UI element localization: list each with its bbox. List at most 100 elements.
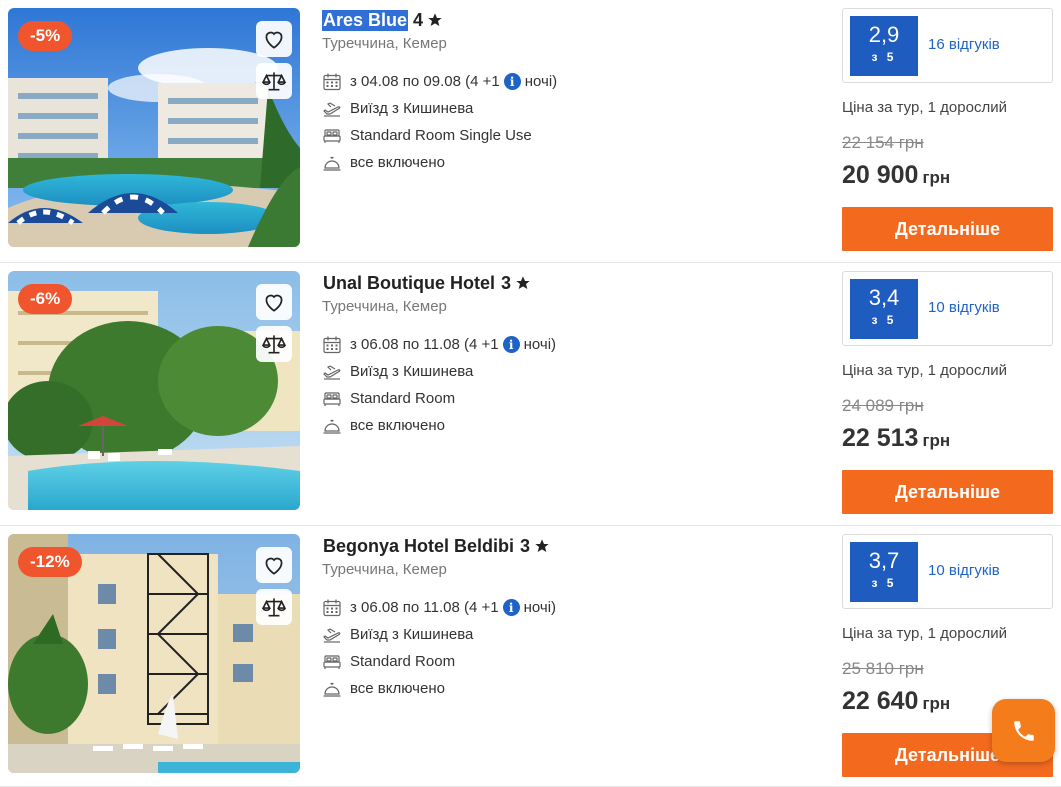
discount-badge: -6%	[18, 284, 73, 314]
rating-badge: 3,4 з 5	[850, 279, 918, 339]
feature-dates: з 06.08 по 11.08 (4 +1 i ночі)	[322, 331, 802, 358]
board-text: все включено	[350, 154, 445, 171]
compare-button[interactable]	[256, 326, 292, 362]
old-price: 25 810 грн	[842, 659, 924, 678]
rating-badge: 3,7 з 5	[850, 542, 918, 602]
rating-score: 2,9	[868, 22, 900, 47]
compare-button[interactable]	[256, 63, 292, 99]
feature-dates: з 06.08 по 11.08 (4 +1 i ночі)	[322, 594, 802, 621]
info-icon[interactable]: i	[503, 73, 521, 90]
old-price: 24 089 грн	[842, 396, 924, 415]
rating-max: з 5	[871, 576, 897, 590]
price-label: Ціна за тур, 1 дорослий	[842, 362, 1007, 379]
rating-box[interactable]: 3,7 з 5 10 відгуків	[842, 534, 1053, 609]
rating-score: 3,7	[868, 548, 900, 573]
discount-badge: -5%	[18, 21, 73, 51]
price-panel: 2,9 з 5 16 відгуків Ціна за тур, 1 дорос…	[842, 8, 1053, 251]
room-text: Standard Room Single Use	[350, 127, 532, 144]
hotel-location: Туреччина, Кемер	[322, 298, 447, 315]
rating-badge: 2,9 з 5	[850, 16, 918, 76]
plane-takeoff-icon	[323, 364, 341, 380]
hotel-photo[interactable]: -6%	[8, 271, 300, 510]
hotel-name[interactable]: Begonya Hotel Beldibi	[322, 536, 515, 557]
hotel-title[interactable]: Unal Boutique Hotel 3	[322, 271, 802, 295]
price-panel: 3,4 з 5 10 відгуків Ціна за тур, 1 дорос…	[842, 271, 1053, 514]
reviews-link[interactable]: 10 відгуків	[928, 562, 1000, 579]
heart-icon	[265, 31, 283, 49]
heart-icon	[265, 557, 283, 575]
price-currency: грн	[922, 431, 951, 450]
price-currency: грн	[922, 168, 951, 187]
departure-text: Виїзд з Кишинева	[350, 100, 474, 117]
call-button[interactable]	[992, 699, 1055, 762]
hotel-photo[interactable]: -5%	[8, 8, 300, 247]
star-icon	[516, 276, 530, 289]
nights-text: ночі)	[524, 73, 558, 90]
rating-max: з 5	[871, 50, 897, 64]
feature-departure: Виїзд з Кишинева	[322, 621, 802, 648]
feature-list: з 06.08 по 11.08 (4 +1 i ночі) Виїзд з К…	[322, 594, 802, 702]
hotel-photo[interactable]: -12%	[8, 534, 300, 773]
hotel-title[interactable]: Begonya Hotel Beldibi 3	[322, 534, 802, 558]
feature-departure: Виїзд з Кишинева	[322, 95, 802, 122]
feature-list: з 06.08 по 11.08 (4 +1 i ночі) Виїзд з К…	[322, 331, 802, 439]
scales-icon	[261, 335, 287, 354]
bed-icon	[323, 128, 341, 143]
hotel-name[interactable]: Ares Blue	[322, 9, 409, 31]
favorite-button[interactable]	[256, 547, 292, 583]
hotel-stars: 3	[501, 272, 512, 293]
reviews-link[interactable]: 10 відгуків	[928, 299, 1000, 316]
info-icon[interactable]: i	[502, 599, 520, 616]
room-text: Standard Room	[350, 653, 456, 670]
hotel-title[interactable]: Ares Blue 4	[322, 8, 802, 32]
info-icon[interactable]: i	[502, 336, 520, 353]
departure-text: Виїзд з Кишинева	[350, 363, 474, 380]
board-text: все включено	[350, 417, 445, 434]
calendar-icon	[323, 599, 341, 616]
hotel-card: -5% Ares Blue 4 Туреччина, Кемер з 04.08…	[0, 0, 1061, 263]
heart-icon	[265, 294, 283, 312]
feature-room: Standard Room Single Use	[322, 122, 802, 149]
hotel-info: Ares Blue 4 Туреччина, Кемер з 04.08 по …	[322, 8, 802, 176]
favorite-button[interactable]	[256, 284, 292, 320]
hotel-card: -12% Begonya Hotel Beldibi 3 Туреччина, …	[0, 526, 1061, 787]
price-value: 22 513	[842, 424, 919, 452]
rating-box[interactable]: 3,4 з 5 10 відгуків	[842, 271, 1053, 346]
feature-dates: з 04.08 по 09.08 (4 +1 i ночі)	[322, 68, 802, 95]
price-value: 22 640	[842, 687, 919, 715]
price-label: Ціна за тур, 1 дорослий	[842, 625, 1007, 642]
price-currency: грн	[922, 694, 951, 713]
details-button[interactable]: Детальніше	[842, 207, 1053, 251]
favorite-button[interactable]	[256, 21, 292, 57]
dates-text: з 06.08 по 11.08 (4 +1	[350, 336, 499, 353]
feature-board: все включено	[322, 412, 802, 439]
room-service-icon	[323, 156, 341, 171]
nights-text: ночі)	[523, 336, 557, 353]
current-price: 20 900 грн	[842, 161, 1053, 193]
hotel-stars: 4	[413, 9, 424, 30]
details-button[interactable]: Детальніше	[842, 470, 1053, 514]
hotel-name[interactable]: Unal Boutique Hotel	[322, 273, 496, 294]
star-icon	[428, 13, 442, 26]
rating-box[interactable]: 2,9 з 5 16 відгуків	[842, 8, 1053, 83]
current-price: 22 513 грн	[842, 424, 1053, 456]
plane-takeoff-icon	[323, 627, 341, 643]
discount-badge: -12%	[18, 547, 82, 577]
phone-icon	[1013, 720, 1034, 741]
room-text: Standard Room	[350, 390, 456, 407]
scales-icon	[261, 72, 287, 91]
board-text: все включено	[350, 680, 445, 697]
old-price: 22 154 грн	[842, 133, 924, 152]
room-service-icon	[323, 419, 341, 434]
reviews-link[interactable]: 16 відгуків	[928, 36, 1000, 53]
feature-room: Standard Room	[322, 385, 802, 412]
compare-button[interactable]	[256, 589, 292, 625]
calendar-icon	[323, 336, 341, 353]
dates-text: з 04.08 по 09.08 (4 +1	[350, 73, 500, 90]
hotel-location: Туреччина, Кемер	[322, 35, 447, 52]
hotel-card: -6% Unal Boutique Hotel 3 Туреччина, Кем…	[0, 263, 1061, 526]
rating-max: з 5	[871, 313, 897, 327]
price-value: 20 900	[842, 161, 919, 189]
departure-text: Виїзд з Кишинева	[350, 626, 474, 643]
star-icon	[535, 539, 549, 552]
